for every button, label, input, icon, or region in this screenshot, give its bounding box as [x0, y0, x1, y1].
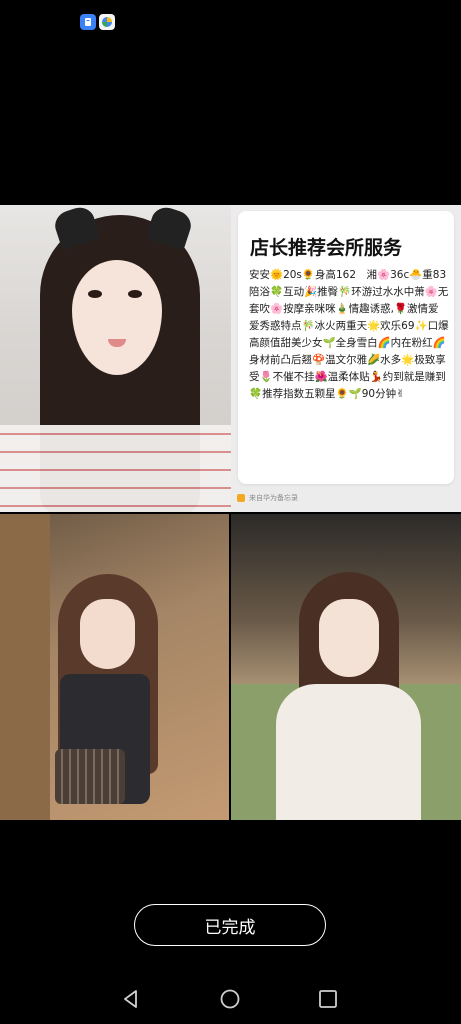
notification-app-icon [80, 14, 96, 30]
note-tile: 店长推荐会所服务 安安🌞20s🌻身高162 湘🌸36c🐣重83陪浴🍀互动🎉推臀🎋… [231, 205, 461, 512]
note-card: 店长推荐会所服务 安安🌞20s🌻身高162 湘🌸36c🐣重83陪浴🍀互动🎉推臀🎋… [238, 211, 454, 484]
home-icon[interactable] [220, 989, 240, 1009]
photo-bottom-left [0, 514, 229, 820]
photo-bottom-right [231, 514, 461, 820]
back-icon[interactable] [121, 989, 141, 1009]
note-body: 安安🌞20s🌻身高162 湘🌸36c🐣重83陪浴🍀互动🎉推臀🎋环游过水水中萧🌸无… [249, 269, 449, 400]
image-collage[interactable]: 店长推荐会所服务 安安🌞20s🌻身高162 湘🌸36c🐣重83陪浴🍀互动🎉推臀🎋… [0, 205, 461, 820]
navigation-bar [0, 970, 461, 1024]
note-source: 来自华为备忘录 [231, 484, 461, 512]
done-button[interactable]: 已完成 [134, 904, 326, 946]
note-title: 店长推荐会所服务 [250, 237, 403, 259]
recent-apps-icon[interactable] [318, 989, 338, 1009]
memo-app-icon [237, 494, 245, 502]
browser-app-icon [99, 14, 115, 30]
screen: 店长推荐会所服务 安安🌞20s🌻身高162 湘🌸36c🐣重83陪浴🍀互动🎉推臀🎋… [0, 0, 461, 1024]
note-source-label: 来自华为备忘录 [249, 494, 298, 502]
photo-top-left [0, 205, 231, 512]
status-bar-icons [80, 14, 115, 30]
